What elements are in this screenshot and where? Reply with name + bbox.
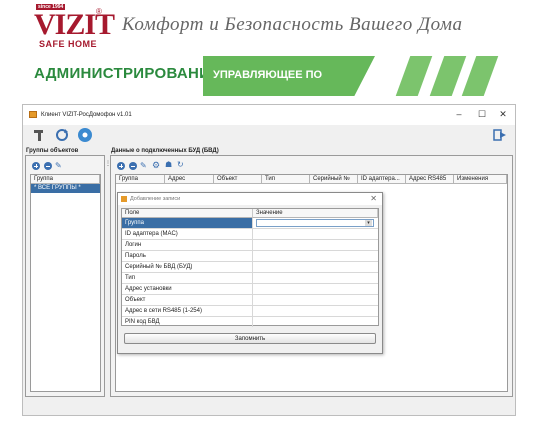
logo-subtitle: SAFE HOME [39,39,98,49]
field-label: Логин [122,240,253,250]
slogan: Комфорт и Безопасность Вашего Дома [122,14,463,35]
field-row[interactable]: Тип [122,273,378,284]
field-row[interactable]: Адрес в сети RS485 (1-254) [122,306,378,317]
column-header[interactable]: Тип [262,175,310,184]
field-row[interactable]: Серийный № БВД (БУД) [122,262,378,273]
save-button[interactable]: Запомнить [124,333,376,344]
column-header[interactable]: Адрес [165,175,214,184]
dialog-app-icon [121,196,127,202]
gear-icon[interactable]: ⚙ [152,160,160,171]
field-row-group[interactable]: Группа ▾ [122,218,378,229]
app-window: Клиент VIZIT-РосДомофон v1.01 – ☐ ✕ Груп… [22,104,516,416]
field-label: Серийный № БВД (БУД) [122,262,253,272]
user-icon[interactable]: ☗ [165,160,172,169]
admin-banner: УПРАВЛЯЮЩЕЕ ПО [203,56,501,96]
chevron-down-icon[interactable]: ▾ [365,220,372,226]
window-title: Клиент VIZIT-РосДомофон v1.01 [41,112,132,118]
refresh-icon[interactable]: ↻ [177,160,184,169]
field-row[interactable]: Пароль [122,251,378,262]
app-icon [29,111,37,118]
field-label: Тип [122,273,253,283]
remove-device-icon[interactable] [129,162,137,170]
edit-group-icon[interactable]: ✎ [55,161,62,170]
add-record-dialog: Добавление записи ✕ Поле Значение Группа… [117,192,383,354]
group-select[interactable]: ▾ [256,219,374,227]
field-row[interactable]: Адрес установки [122,284,378,295]
value-column-header: Значение [253,209,378,218]
dialog-titlebar: Добавление записи ✕ [118,193,382,205]
minimize-button[interactable]: – [451,108,467,120]
groups-panel: ✎ Группа * ВСЕ ГРУППЫ * [25,155,105,397]
logo-brand: VIZIT [34,8,115,41]
groups-table: Группа * ВСЕ ГРУППЫ * [30,174,101,392]
exit-icon[interactable] [493,128,507,142]
column-header[interactable]: Объект [214,175,262,184]
banner-text: УПРАВЛЯЮЩЕЕ ПО [213,69,323,81]
groups-panel-title: Группы объектов [26,148,79,154]
edit-device-icon[interactable]: ✎ [140,161,147,170]
dialog-close-button[interactable]: ✕ [370,194,377,203]
add-device-icon[interactable] [117,162,125,170]
banner-stripe [429,56,467,96]
logo-registered-mark: ® [96,7,102,16]
record-fields-table: Поле Значение Группа ▾ ID адаптера (MAC)… [121,208,379,328]
add-group-icon[interactable] [32,162,40,170]
close-button[interactable]: ✕ [495,108,511,120]
field-label: Группа [122,218,253,228]
admin-title: АДМИНИСТРИРОВАНИЕ: [34,65,226,82]
tools-icon[interactable] [33,128,47,142]
window-titlebar: Клиент VIZIT-РосДомофон v1.01 – ☐ ✕ [23,105,515,125]
field-column-header: Поле [122,209,253,218]
banner-stripe [395,56,433,96]
maximize-button[interactable]: ☐ [474,108,490,120]
field-label: PIN код БВД [122,317,253,327]
field-row[interactable]: ID адаптера (MAC) [122,229,378,240]
dialog-title: Добавление записи [130,196,181,202]
field-label: Адрес в сети RS485 (1-254) [122,306,253,316]
column-header[interactable]: Адрес RS485 [406,175,454,184]
field-label: Объект [122,295,253,305]
field-label: ID адаптера (MAC) [122,229,253,239]
banner-stripe [461,56,499,96]
main-toolbar [23,125,515,147]
column-header[interactable]: Серийный № [310,175,358,184]
field-row[interactable]: Объект [122,295,378,306]
groups-column-header[interactable]: Группа [31,175,100,184]
column-header[interactable]: Изменения [454,175,507,184]
field-row[interactable]: Логин [122,240,378,251]
column-header[interactable]: Группа [116,175,165,184]
field-row[interactable]: PIN код БВД [122,317,378,328]
field-label: Пароль [122,251,253,261]
settings-icon[interactable] [78,128,92,142]
column-header[interactable]: ID адаптера... [358,175,406,184]
vizit-logo: since 1994 VIZIT ® SAFE HOME [34,4,115,49]
group-row-all[interactable]: * ВСЕ ГРУППЫ * [31,184,100,193]
devices-panel-title: Данные о подключенных БУД (БВД) [111,148,219,154]
remove-group-icon[interactable] [44,162,52,170]
field-label: Адрес установки [122,284,253,294]
sync-icon[interactable] [55,128,69,142]
